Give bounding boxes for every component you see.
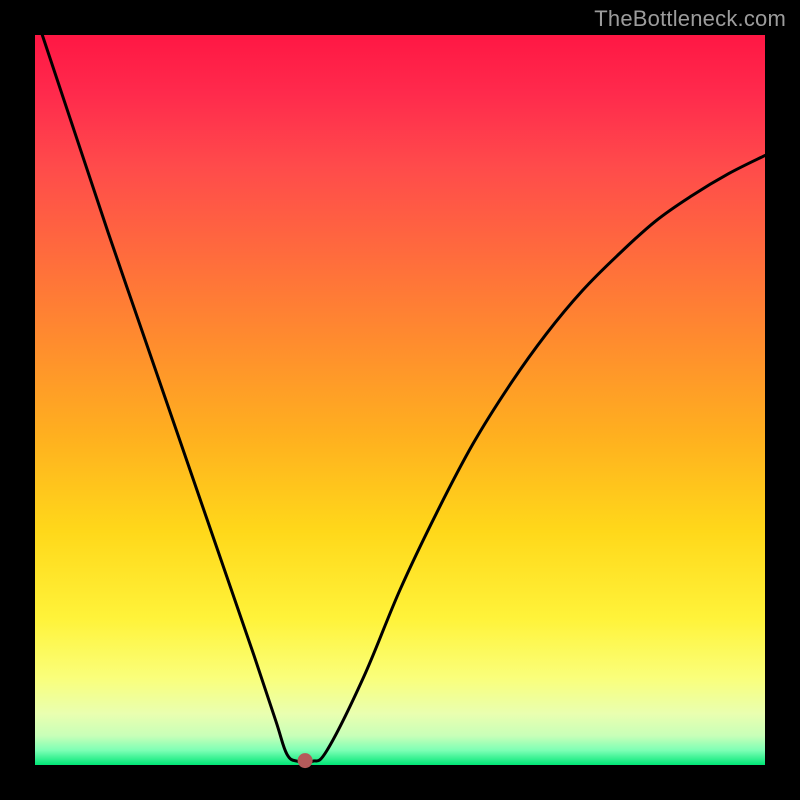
chart-frame: TheBottleneck.com [0,0,800,800]
watermark: TheBottleneck.com [594,6,786,32]
bottleneck-curve [42,35,765,763]
optimal-point-marker [298,754,312,768]
chart-curve-layer [35,35,765,765]
